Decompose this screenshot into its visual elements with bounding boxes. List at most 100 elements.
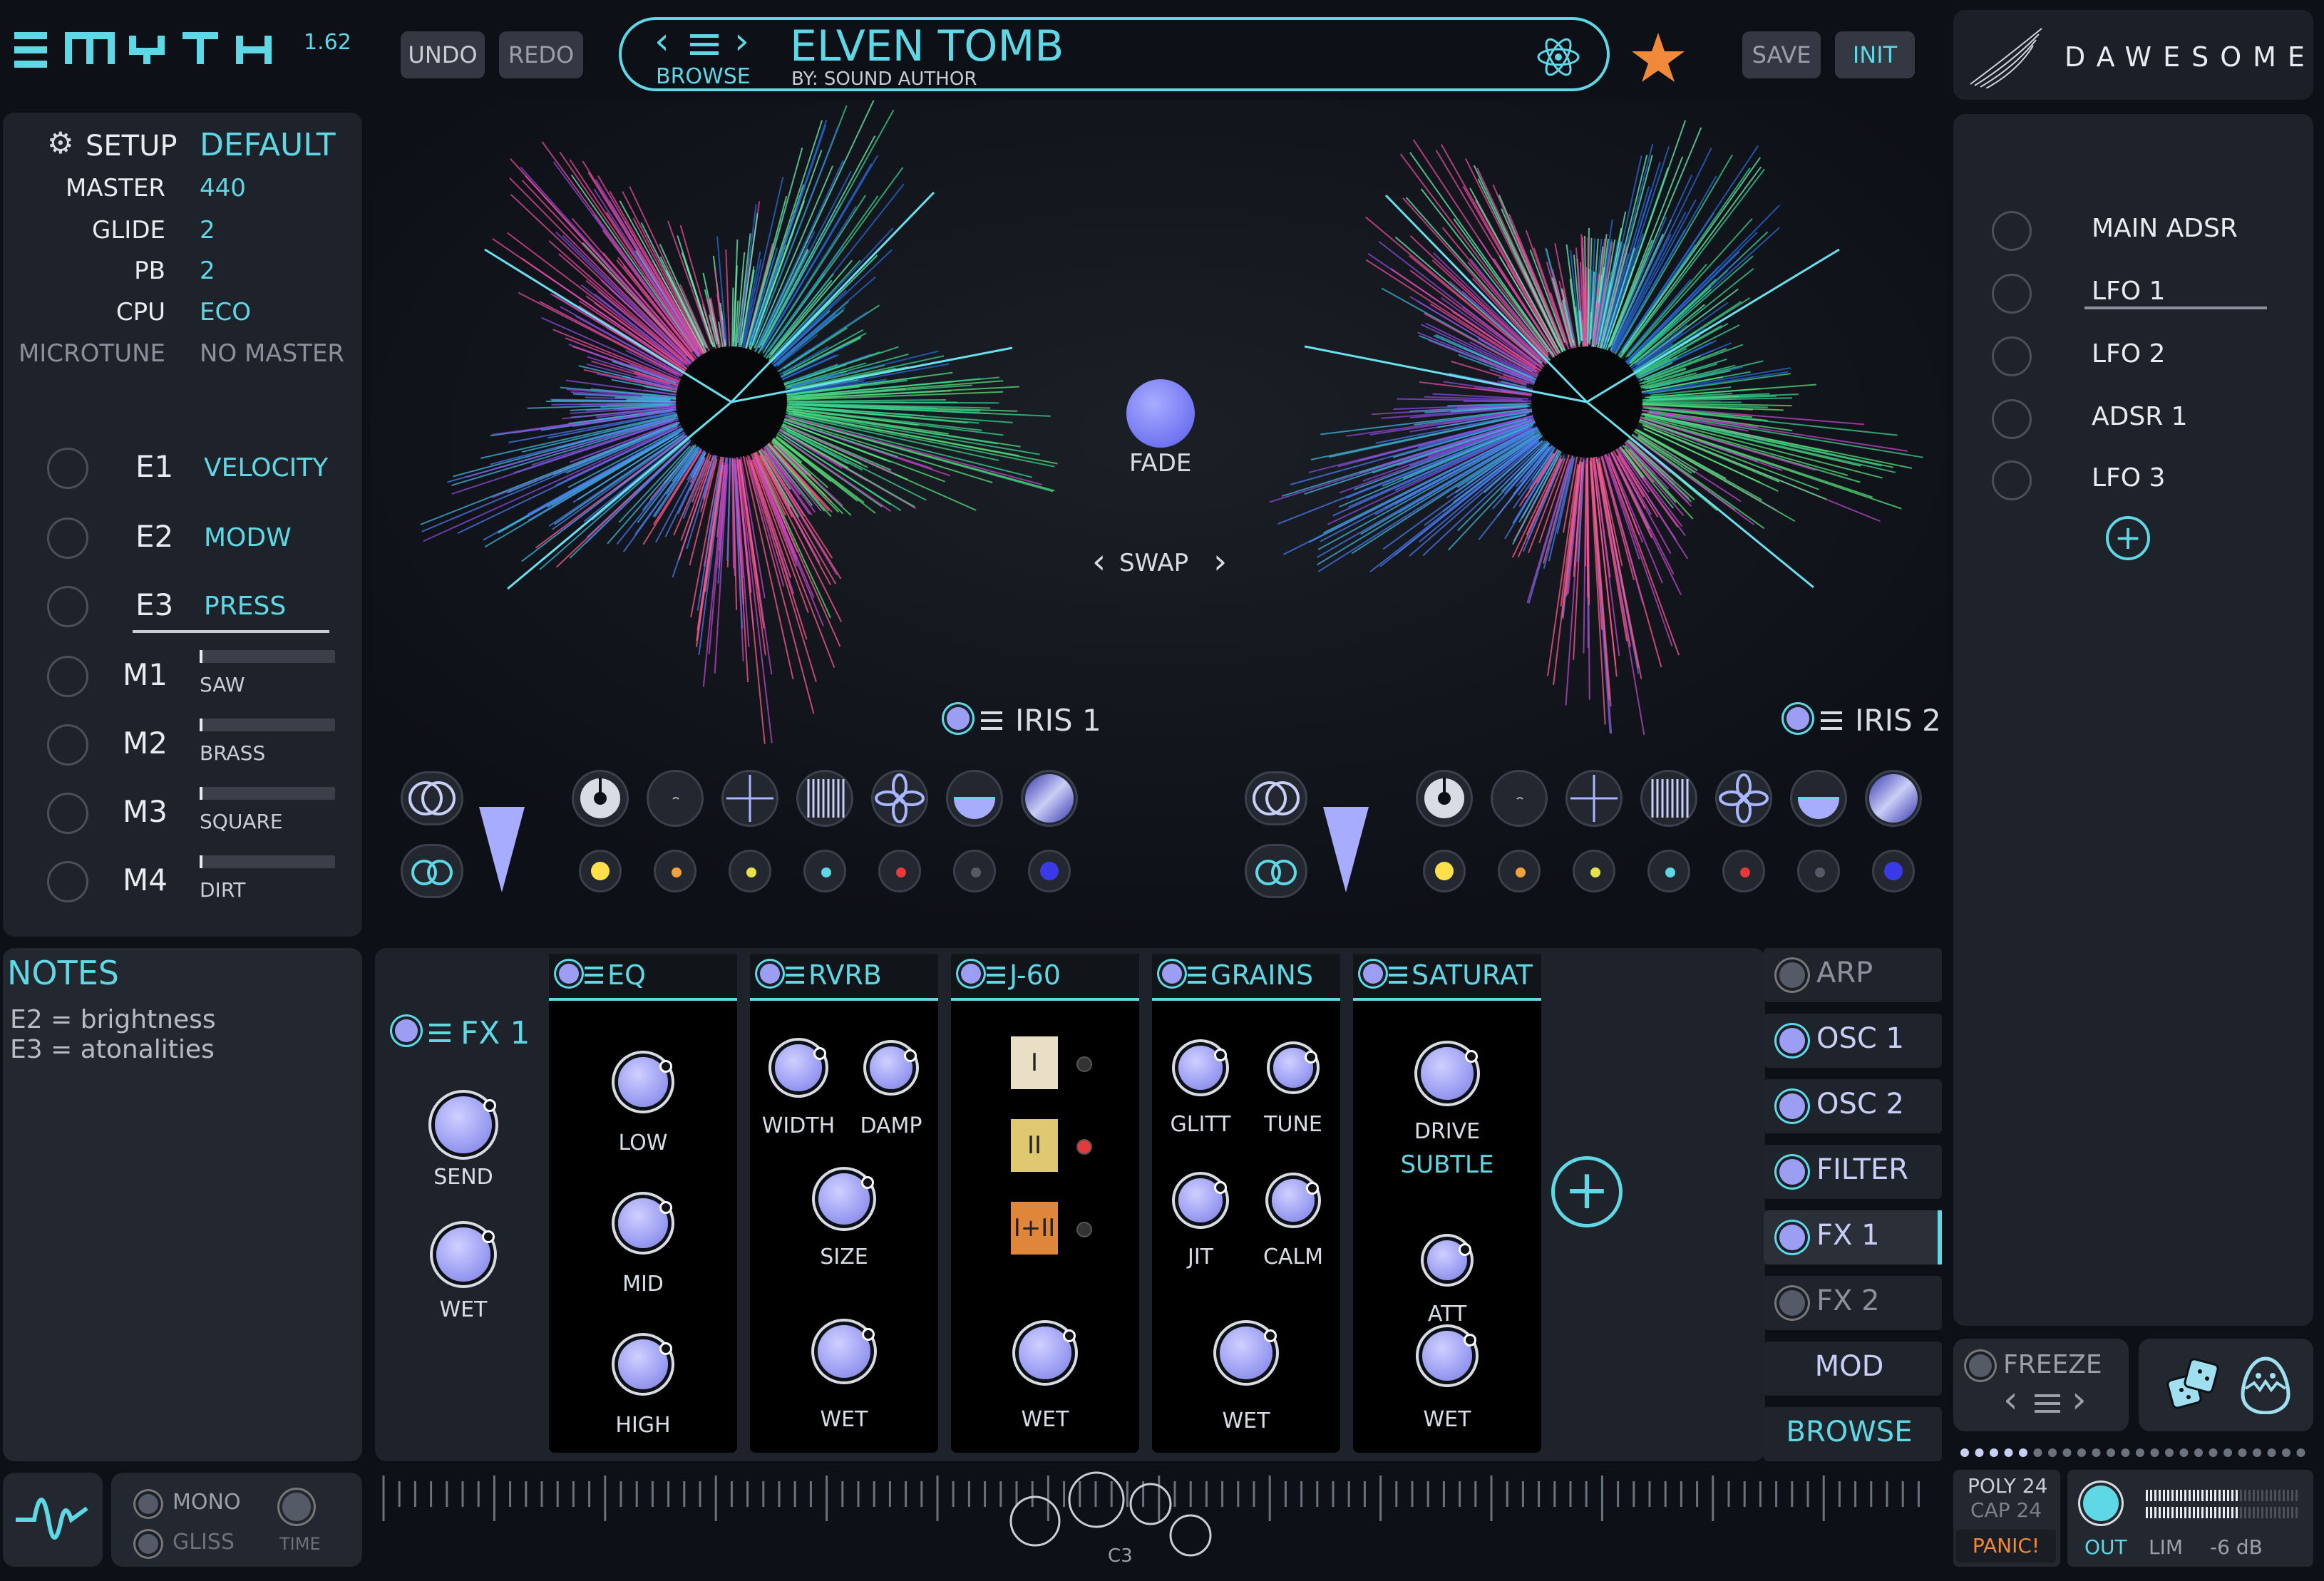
dice-icon[interactable]: [2166, 1356, 2223, 1413]
macro-e2-dial[interactable]: [47, 517, 88, 559]
iris2-mod-dot-3[interactable]: [1573, 850, 1615, 892]
chevron-left-icon[interactable]: ‹: [1092, 542, 1106, 582]
atom-icon[interactable]: [1536, 34, 1581, 80]
undo-button[interactable]: UNDO: [401, 31, 485, 78]
fx1-header[interactable]: FX 1: [395, 1015, 552, 1051]
swap-control[interactable]: ‹ SWAP ›: [1092, 542, 1235, 582]
iris2-flower-icon[interactable]: [1715, 770, 1772, 827]
section-osc-1-tab[interactable]: OSC 1: [1764, 1014, 1942, 1068]
setup-value-cpu[interactable]: ECO: [200, 298, 251, 326]
iris1-mod-dot-2[interactable]: [654, 850, 696, 892]
fx1-toggle[interactable]: [395, 1019, 418, 1042]
macro-m1-dial[interactable]: [47, 656, 88, 697]
fx-unit-toggle[interactable]: [961, 964, 981, 984]
chorus-mode-2-button[interactable]: II: [1011, 1119, 1058, 1172]
knob-calm[interactable]: [1272, 1179, 1319, 1222]
chorus-mode-3-button[interactable]: I+II: [1011, 1202, 1058, 1255]
knob-high[interactable]: [618, 1339, 672, 1389]
iris1-flower-icon[interactable]: [871, 770, 928, 827]
macro-m4-dial[interactable]: [47, 861, 88, 902]
section-toggle[interactable]: [1779, 1159, 1805, 1185]
iris2-mod-dot-4[interactable]: [1647, 850, 1690, 892]
wet-knob[interactable]: [436, 1227, 495, 1282]
knob-wet[interactable]: [1019, 1327, 1076, 1379]
iris2-clock-dial-icon[interactable]: [1416, 770, 1473, 827]
menu-icon[interactable]: [1188, 967, 1206, 984]
knob-low[interactable]: [618, 1057, 672, 1107]
macro-e2-source[interactable]: MODW: [204, 523, 292, 552]
iris1-mod-dot-5[interactable]: [878, 850, 921, 892]
macro-m3-meter[interactable]: [200, 787, 335, 800]
section-arp-tab[interactable]: ARP: [1764, 948, 1942, 1002]
iris2-mod-dot-7[interactable]: [1872, 850, 1915, 892]
modulator-5-label[interactable]: LFO 3: [2092, 463, 2165, 493]
fade-knob[interactable]: [1126, 379, 1195, 448]
add-fx-button[interactable]: +: [1551, 1156, 1623, 1227]
gear-icon[interactable]: ⚙: [47, 125, 74, 160]
iris1-overlap-icon[interactable]: [401, 771, 463, 825]
chevron-left-icon[interactable]: ‹: [654, 20, 669, 63]
notes-panel[interactable]: NOTES E2 = brightness E3 = atonalities: [3, 948, 362, 1461]
preset-nav[interactable]: ‹ ›: [654, 20, 761, 63]
menu-icon[interactable]: [786, 967, 804, 984]
setup-value-pb[interactable]: 2: [200, 257, 215, 285]
chevron-right-icon[interactable]: ›: [1213, 542, 1227, 582]
knob-drive[interactable]: [1421, 1047, 1478, 1100]
fx-unit-header[interactable]: RVRB: [750, 954, 938, 1001]
fx-unit-toggle[interactable]: [760, 964, 780, 984]
init-button[interactable]: INIT: [1835, 31, 1915, 78]
iris2-triangle-icon[interactable]: [1323, 807, 1369, 892]
add-modulator-button[interactable]: +: [2106, 516, 2150, 560]
knob-width[interactable]: [775, 1044, 826, 1091]
browse-label[interactable]: BROWSE: [656, 64, 751, 89]
iris1-header[interactable]: IRIS 1: [947, 703, 1132, 740]
iris1-triangle-icon[interactable]: [479, 807, 525, 892]
macro-e1-dial[interactable]: [47, 448, 88, 489]
section-fx-2-tab[interactable]: FX 2: [1764, 1276, 1942, 1330]
freeze-panel[interactable]: FREEZE ‹ ›: [1953, 1339, 2129, 1431]
iris2-mod-dot-5[interactable]: [1722, 850, 1765, 892]
send-knob[interactable]: [435, 1096, 496, 1153]
section-toggle[interactable]: [1779, 1290, 1805, 1316]
knob-wet[interactable]: [1220, 1327, 1277, 1379]
knob-att[interactable]: [1427, 1240, 1471, 1280]
iris2-overlap-icon[interactable]: [1245, 771, 1307, 825]
section-toggle[interactable]: [1779, 1093, 1805, 1119]
fx-unit-toggle[interactable]: [1363, 964, 1383, 984]
modulator-5-dial[interactable]: [1992, 460, 2032, 500]
iris1-bowl-icon[interactable]: [946, 770, 1003, 827]
menu-icon[interactable]: [429, 1024, 451, 1042]
iris2-mod-dot-6[interactable]: [1797, 850, 1840, 892]
menu-icon[interactable]: [690, 34, 719, 55]
preset-bar[interactable]: ‹ › BROWSE ELVEN TOMB BY: SOUND AUTHOR: [619, 17, 1610, 91]
iris1-clock-dial-icon[interactable]: [572, 770, 629, 827]
keyboard-strip[interactable]: C3: [378, 1471, 1946, 1571]
iris1-mod-dot-4[interactable]: [803, 850, 846, 892]
modulator-4-label[interactable]: ADSR 1: [2092, 402, 2188, 431]
iris2-crosshair-icon[interactable]: [1565, 770, 1623, 827]
modulator-4-dial[interactable]: [1992, 399, 2032, 439]
saturation-mode[interactable]: SUBTLE: [1390, 1150, 1504, 1179]
chevron-right-icon[interactable]: ›: [734, 20, 749, 63]
fx-unit-header[interactable]: EQ: [549, 954, 737, 1001]
macro-m2-dial[interactable]: [47, 724, 88, 766]
chorus-mode-1-button[interactable]: I: [1011, 1036, 1058, 1089]
macro-e1-source[interactable]: VELOCITY: [204, 453, 328, 483]
iris1-spiral-icon[interactable]: [647, 770, 704, 827]
section-mod-tab[interactable]: MOD: [1764, 1341, 1942, 1396]
macro-e3-source[interactable]: PRESS: [204, 592, 286, 621]
modulator-2-label[interactable]: LFO 1: [2092, 277, 2165, 306]
iris1-crosshair-icon[interactable]: [721, 770, 778, 827]
chevron-left-icon[interactable]: ‹: [2003, 1379, 2018, 1421]
iris1-mod-dot-3[interactable]: [729, 850, 771, 892]
macro-m2-meter[interactable]: [200, 719, 335, 731]
egg-icon[interactable]: [2237, 1354, 2294, 1414]
knob-tune[interactable]: [1273, 1048, 1317, 1088]
modulator-3-dial[interactable]: [1992, 336, 2032, 376]
iris2-stripes-icon[interactable]: [1640, 770, 1697, 827]
favorite-star-icon[interactable]: [1631, 31, 1685, 83]
knob-jit[interactable]: [1178, 1178, 1227, 1222]
out-knob[interactable]: [2083, 1485, 2119, 1521]
fx-unit-header[interactable]: J-60: [951, 954, 1139, 1001]
section-browse-tab[interactable]: BROWSE: [1764, 1407, 1942, 1461]
